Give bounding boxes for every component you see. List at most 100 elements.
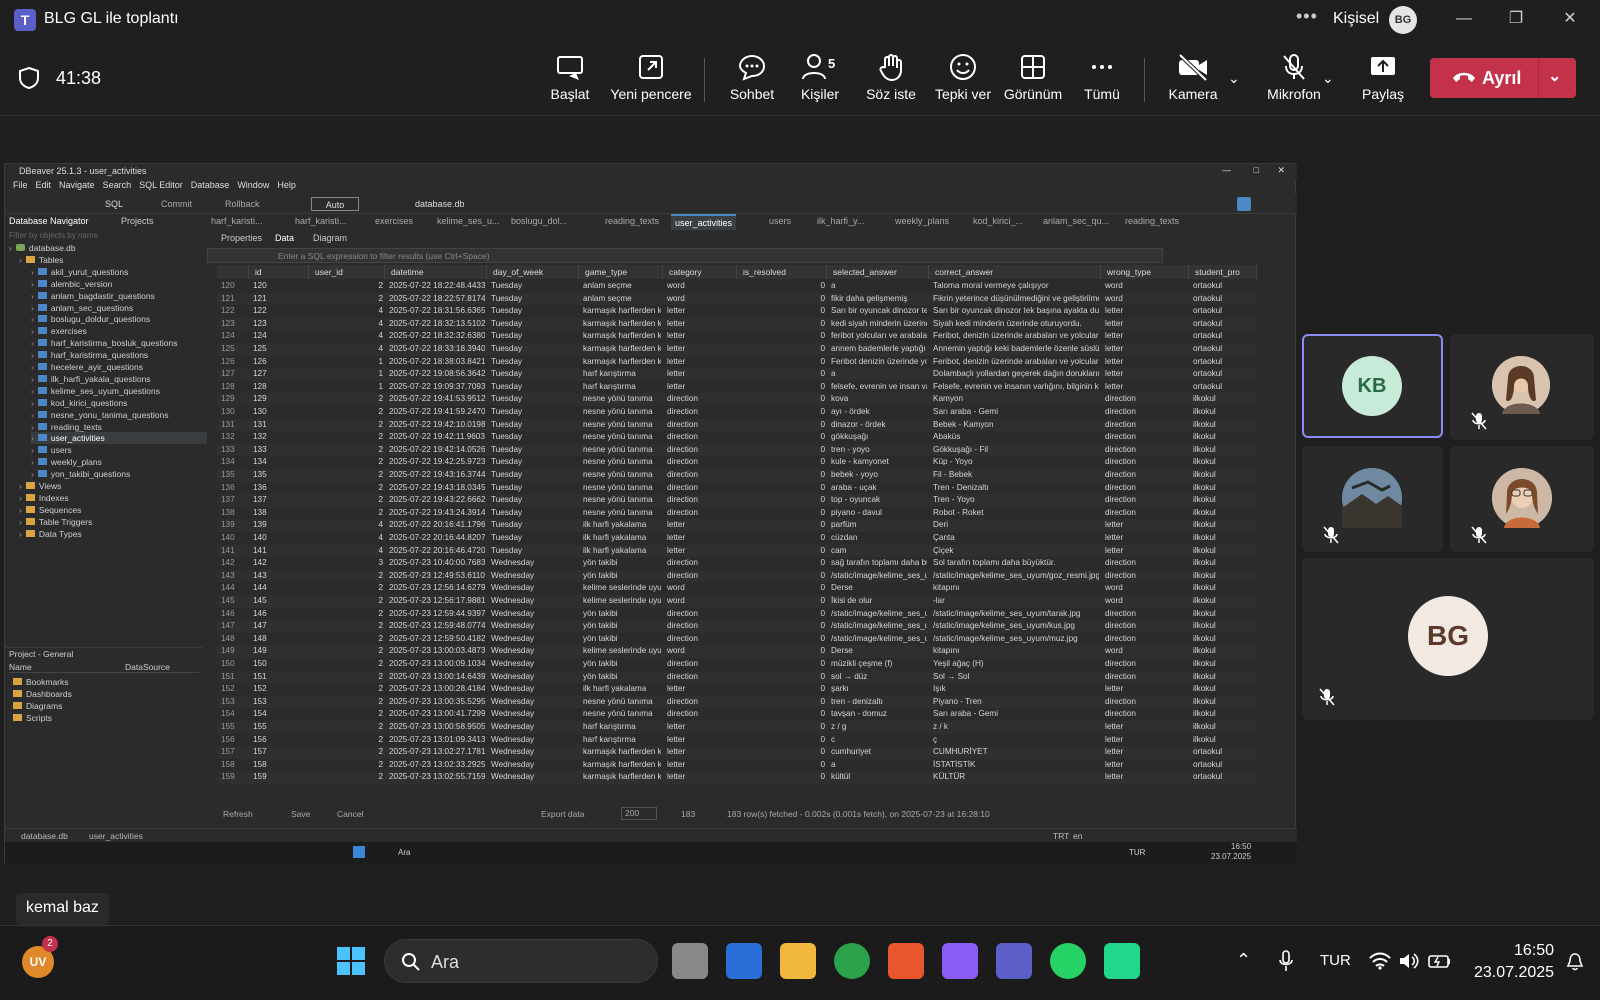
cell-id[interactable]: 129 [253, 393, 307, 406]
tree-table-reading-texts[interactable]: › reading_texts [31, 421, 102, 433]
participant-tile-3[interactable] [1302, 446, 1443, 552]
cell-selected-answer[interactable]: felsefe, evrenin ve insan va [831, 381, 927, 394]
cell-correct-answer[interactable]: Robot - Roket [933, 507, 1099, 520]
cell-selected-answer[interactable]: kova [831, 393, 927, 406]
profile-avatar[interactable]: BG [1389, 6, 1417, 34]
tab-projects[interactable]: Projects [121, 216, 154, 226]
cell-student-pro[interactable]: ilkokul [1193, 393, 1255, 406]
cell-correct-answer[interactable]: /static/image/kelime_ses_uyum/muz.jpg [933, 633, 1099, 646]
cell-student-pro[interactable]: ilkokul [1193, 545, 1255, 558]
cell-category[interactable]: letter [667, 368, 735, 381]
cell-student-pro[interactable]: ilkokul [1193, 469, 1255, 482]
tree-table-yon-takibi-questions[interactable]: › yon_takibi_questions [31, 468, 130, 480]
input-language[interactable]: TUR [1320, 952, 1351, 969]
cell-id[interactable]: 140 [253, 532, 307, 545]
cell-datetime[interactable]: 2025-07-22 19:43:22.666250 [389, 494, 485, 507]
cell-wrong-type[interactable]: direction [1105, 419, 1187, 432]
cell-is-resolved[interactable]: 0 [741, 708, 825, 721]
cell-id[interactable]: 148 [253, 633, 307, 646]
cell-game-type[interactable]: karmaşık harflerden keli [583, 746, 661, 759]
cell-wrong-type[interactable]: word [1105, 293, 1187, 306]
cell-user-id[interactable]: 2 [313, 759, 383, 772]
column-header-id[interactable]: id [249, 265, 309, 279]
cell-correct-answer[interactable]: ç [933, 734, 1099, 747]
cell-user-id[interactable]: 2 [313, 419, 383, 432]
cell-wrong-type[interactable]: letter [1105, 532, 1187, 545]
cell-student-pro[interactable]: ilkokul [1193, 494, 1255, 507]
cell-id[interactable]: 122 [253, 305, 307, 318]
cell-game-type[interactable]: nesne yönü tanıma [583, 456, 661, 469]
cell-correct-answer[interactable]: Feribot, denizin üzerinde arabaları ve y… [933, 330, 1099, 343]
cell-student-pro[interactable]: ilkokul [1193, 721, 1255, 734]
cell-game-type[interactable]: nesne yönü tanıma [583, 469, 661, 482]
cell-student-pro[interactable]: ortaokul [1193, 318, 1255, 331]
tree-table-nesne-yonu-tanima-questions[interactable]: › nesne_yonu_tanima_questions [31, 409, 169, 421]
cell-day-of-week[interactable]: Tuesday [491, 318, 577, 331]
cell-student-pro[interactable]: ortaokul [1193, 280, 1255, 293]
cell-wrong-type[interactable]: letter [1105, 305, 1187, 318]
sql-filter-input[interactable]: Enter a SQL expression to filter results… [207, 248, 1163, 263]
cell-game-type[interactable]: yön takibi [583, 570, 661, 583]
cell-wrong-type[interactable]: letter [1105, 381, 1187, 394]
cell-game-type[interactable]: harf karıştırma [583, 721, 661, 734]
wifi-icon[interactable] [1368, 952, 1392, 970]
table-row[interactable]: 149 149 2 2025-07-23 13:00:03.487378 Wednesd… [217, 645, 1257, 659]
cell-selected-answer[interactable]: kedi siyah minderin üzerinde [831, 318, 927, 331]
cell-datetime[interactable]: 2025-07-23 13:00:35.529578 [389, 696, 485, 709]
camera-button[interactable]: Kamera [1160, 52, 1226, 112]
cell-game-type[interactable]: kelime seslerinde uyum [583, 645, 661, 658]
cell-wrong-type[interactable]: word [1105, 280, 1187, 293]
cell-user-id[interactable]: 2 [313, 645, 383, 658]
table-row[interactable]: 147 147 2 2025-07-23 12:59:48.077451 Wednesd… [217, 620, 1257, 633]
cell-game-type[interactable]: nesne yönü tanıma [583, 494, 661, 507]
cell-datetime[interactable]: 2025-07-23 12:59:50.418223 [389, 633, 485, 646]
cell-day-of-week[interactable]: Tuesday [491, 368, 577, 381]
store-icon[interactable] [726, 943, 762, 979]
table-row[interactable]: 125 125 4 2025-07-22 18:33:18.394082 Tuesday… [217, 343, 1257, 356]
table-row[interactable]: 139 139 4 2025-07-22 20:16:41.179611 Tuesday… [217, 519, 1257, 533]
cell-correct-answer[interactable]: Siyah kedi minderin üzerinde oturuyordu. [933, 318, 1099, 331]
cell-student-pro[interactable]: ilkokul [1193, 658, 1255, 671]
cell-datetime[interactable]: 2025-07-22 18:31:56.636517 [389, 305, 485, 318]
cell-wrong-type[interactable]: direction [1105, 482, 1187, 495]
cell-game-type[interactable]: yön takibi [583, 633, 661, 646]
cell-selected-answer[interactable]: top - oyuncak [831, 494, 927, 507]
cell-id[interactable]: 138 [253, 507, 307, 520]
cell-user-id[interactable]: 2 [313, 570, 383, 583]
cell-selected-answer[interactable]: cam [831, 545, 927, 558]
participant-tile-kb[interactable]: KB [1302, 334, 1443, 438]
editor-tab-8[interactable]: ilk_harfi_y... [813, 216, 868, 226]
refresh-button[interactable]: Refresh [223, 809, 253, 819]
editor-tab-9[interactable]: weekly_plans [891, 216, 953, 226]
cell-datetime[interactable]: 2025-07-23 12:56:14.627923 [389, 582, 485, 595]
cell-datetime[interactable]: 2025-07-23 10:40:00.768392 [389, 557, 485, 570]
cell-wrong-type[interactable]: direction [1105, 469, 1187, 482]
cell-is-resolved[interactable]: 0 [741, 746, 825, 759]
cell-id[interactable]: 155 [253, 721, 307, 734]
cell-category[interactable]: letter [667, 356, 735, 369]
system-clock[interactable]: 16:50 23.07.2025 [1474, 940, 1554, 984]
cell-correct-answer[interactable]: Sarı araba - Gemi [933, 708, 1099, 721]
cell-id[interactable]: 157 [253, 746, 307, 759]
cell-is-resolved[interactable]: 0 [741, 608, 825, 621]
minimize-icon[interactable]: — [1444, 6, 1484, 32]
cell-correct-answer[interactable]: Deri [933, 519, 1099, 532]
cell-correct-answer[interactable]: CUMHURİYET [933, 746, 1099, 759]
cell-day-of-week[interactable]: Tuesday [491, 381, 577, 394]
notification-bell-icon[interactable] [1566, 952, 1584, 972]
cell-id[interactable]: 136 [253, 482, 307, 495]
menu-item-navigate[interactable]: Navigate [59, 180, 95, 190]
cell-day-of-week[interactable]: Wednesday [491, 683, 577, 696]
whatsapp-icon[interactable] [1050, 943, 1086, 979]
cell-selected-answer[interactable]: gökkuşağı [831, 431, 927, 444]
dbeaver-maximize-icon[interactable]: □ [1254, 165, 1259, 175]
react-button[interactable]: Tepki ver [930, 52, 996, 112]
cell-day-of-week[interactable]: Wednesday [491, 658, 577, 671]
chevron-up-icon[interactable]: ⌃ [1236, 950, 1251, 971]
cell-is-resolved[interactable]: 0 [741, 645, 825, 658]
cell-wrong-type[interactable]: letter [1105, 734, 1187, 747]
dbeaver-close-icon[interactable]: ✕ [1277, 165, 1285, 176]
cell-user-id[interactable]: 4 [313, 519, 383, 532]
cell-day-of-week[interactable]: Tuesday [491, 456, 577, 469]
expand-arrow-icon[interactable]: › [31, 422, 34, 432]
